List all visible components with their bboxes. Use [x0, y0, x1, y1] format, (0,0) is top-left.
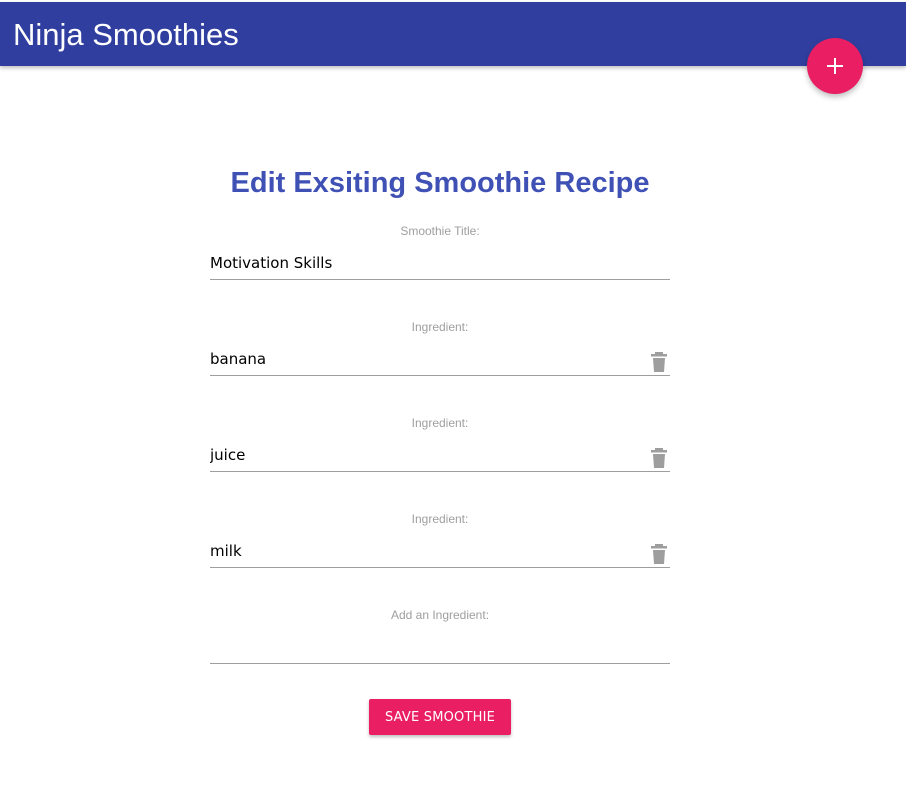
- brand-logo[interactable]: Ninja Smoothies: [13, 17, 239, 53]
- title-field-label: Smoothie Title:: [400, 224, 480, 238]
- plus-icon: [827, 58, 843, 74]
- trash-icon[interactable]: [650, 448, 668, 468]
- save-smoothie-button[interactable]: SAVE SMOOTHIE: [369, 699, 511, 735]
- ingredient-field: Ingredient:: [210, 512, 670, 608]
- add-ingredient-field: Add an Ingredient:: [210, 608, 670, 704]
- ingredient-label: Ingredient:: [411, 512, 469, 526]
- title-field: Smoothie Title:: [210, 224, 670, 320]
- add-ingredient-label: Add an Ingredient:: [390, 608, 490, 622]
- ingredient-input[interactable]: [210, 438, 670, 472]
- ingredient-label: Ingredient:: [411, 320, 469, 334]
- trash-icon[interactable]: [650, 544, 668, 564]
- add-smoothie-button[interactable]: [807, 38, 863, 94]
- navbar: Ninja Smoothies: [0, 2, 906, 66]
- ingredient-field: Ingredient:: [210, 320, 670, 416]
- ingredient-input[interactable]: [210, 534, 670, 568]
- title-input[interactable]: [210, 246, 670, 280]
- trash-icon[interactable]: [650, 352, 668, 372]
- add-ingredient-input[interactable]: [210, 630, 670, 664]
- ingredient-input[interactable]: [210, 342, 670, 376]
- page-title: Edit Exsiting Smoothie Recipe: [230, 167, 650, 199]
- ingredient-field: Ingredient:: [210, 416, 670, 512]
- ingredient-label: Ingredient:: [411, 416, 469, 430]
